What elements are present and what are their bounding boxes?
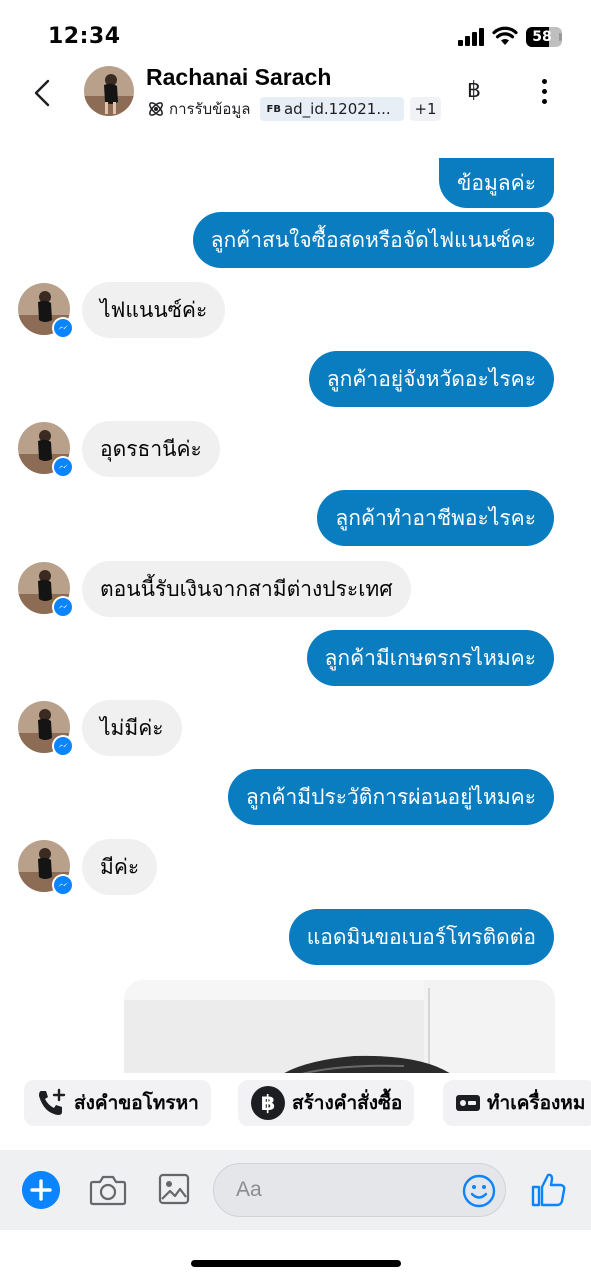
message-bubble-outgoing[interactable]: ข้อมูลค่ะ	[438, 158, 554, 208]
messenger-badge-icon	[52, 456, 74, 478]
add-icon[interactable]	[22, 1171, 60, 1209]
messenger-badge-icon	[52, 596, 74, 618]
mark-button[interactable]: ทำเครื่องหม	[443, 1080, 591, 1126]
quick-actions-bar: ส่งคำขอโทรหา ฿ สร้างคำสั่งซื้อ ทำเครื่อง…	[0, 1078, 591, 1128]
messenger-badge-icon	[52, 317, 74, 339]
ad-source-label: FB	[266, 104, 281, 115]
message-bubble-incoming[interactable]: ไม่มีค่ะ	[82, 700, 182, 756]
messenger-badge-icon	[52, 735, 74, 757]
contact-name[interactable]: Rachanai Sarach	[146, 64, 331, 91]
wifi-icon	[492, 26, 518, 45]
messenger-badge-icon	[52, 874, 74, 896]
message-bubble-incoming[interactable]: ตอนนี้รับเงินจากสามีต่างประเทศ	[82, 561, 411, 617]
message-bubble-incoming[interactable]: ไฟแนนซ์ค่ะ	[82, 282, 226, 338]
back-button[interactable]	[26, 76, 60, 110]
emoji-icon[interactable]	[462, 1174, 496, 1208]
ad-id-label: ad_id.12021...	[283, 100, 391, 118]
contact-avatar[interactable]	[84, 66, 134, 116]
sender-avatar[interactable]	[18, 422, 74, 478]
message-bubble-outgoing[interactable]: แอดมินขอเบอร์โทรติดต่อ	[288, 909, 554, 965]
call-request-button[interactable]: ส่งคำขอโทรหา	[24, 1080, 211, 1126]
baht-circle-icon: ฿	[251, 1086, 285, 1120]
more-tags-badge[interactable]: +1	[410, 97, 441, 121]
cellular-signal-icon	[458, 28, 486, 46]
message-list[interactable]: ข้อมูลค่ะ ลูกค้าสนใจซื้อสดหรือจัดไฟแนนซ์…	[0, 128, 591, 1073]
message-input[interactable]	[236, 1164, 456, 1216]
sender-avatar[interactable]	[18, 283, 74, 339]
sender-avatar[interactable]	[18, 840, 74, 896]
label-tag-icon	[456, 1095, 480, 1111]
contact-labels: การรับข้อมูล FB ad_id.12021... +1	[146, 96, 441, 122]
call-request-label: ส่งคำขอโทรหา	[74, 1092, 199, 1114]
message-input-container[interactable]	[213, 1163, 506, 1217]
sender-avatar[interactable]	[18, 701, 74, 757]
status-bar: 12:34 58	[0, 0, 591, 62]
more-options-icon[interactable]	[540, 78, 550, 106]
message-bubble-outgoing[interactable]: ลูกค้ามีเกษตรกรไหมคะ	[306, 630, 554, 686]
leads-icon	[149, 102, 163, 116]
message-bubble-outgoing[interactable]: ลูกค้าทำอาชีพอะไรคะ	[317, 490, 554, 546]
phone-plus-icon	[39, 1088, 66, 1115]
message-bubble-incoming[interactable]: มีค่ะ	[82, 839, 158, 895]
message-bubble-incoming[interactable]: อุดรธานีค่ะ	[82, 421, 220, 477]
image-attachment[interactable]	[124, 980, 555, 1073]
create-order-button[interactable]: ฿ สร้างคำสั่งซื้อ	[238, 1080, 415, 1126]
leads-label[interactable]: การรับข้อมูล	[169, 97, 250, 121]
home-indicator[interactable]	[191, 1260, 401, 1267]
battery-level: 58	[532, 29, 552, 45]
svg-text:฿: ฿	[261, 1091, 276, 1115]
composer-bar	[0, 1150, 591, 1230]
message-bubble-outgoing[interactable]: ลูกค้ามีประวัติการผ่อนอยู่ไหมคะ	[227, 769, 554, 825]
camera-icon[interactable]	[89, 1172, 127, 1208]
gallery-icon[interactable]	[158, 1172, 190, 1206]
thumbs-up-icon[interactable]	[530, 1170, 566, 1208]
message-bubble-outgoing[interactable]: ลูกค้าอยู่จังหวัดอะไรคะ	[308, 351, 554, 407]
status-time: 12:34	[48, 24, 121, 49]
battery-icon: 58	[526, 27, 562, 47]
payment-baht-icon[interactable]: ฿	[467, 78, 481, 103]
chat-header: Rachanai Sarach การรับข้อมูล FB ad_id.120…	[0, 62, 591, 128]
mark-label: ทำเครื่องหม	[487, 1092, 586, 1114]
ad-id-tag[interactable]: FB ad_id.12021...	[260, 97, 405, 121]
sender-avatar[interactable]	[18, 562, 74, 618]
create-order-label: สร้างคำสั่งซื้อ	[292, 1092, 403, 1114]
message-bubble-outgoing[interactable]: ลูกค้าสนใจซื้อสดหรือจัดไฟแนนซ์คะ	[192, 212, 554, 268]
